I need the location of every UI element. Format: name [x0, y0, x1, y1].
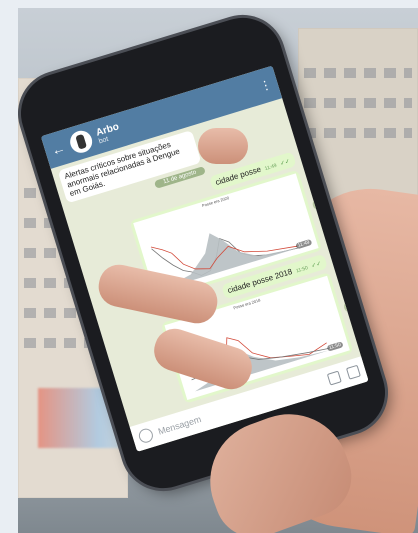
check-icon: ✓✓	[279, 158, 291, 167]
finger-tip	[198, 128, 248, 164]
avatar[interactable]	[67, 128, 95, 156]
message-time: 11:49	[263, 162, 278, 172]
back-arrow-icon[interactable]: ←	[49, 139, 67, 158]
share-icon[interactable]	[342, 299, 358, 314]
message-time: 11:50	[295, 264, 309, 274]
attach-icon[interactable]	[326, 370, 342, 386]
photo-background: ← Arbo bot ⋮ Alertas críticos sobre situ…	[18, 8, 418, 533]
check-icon: ✓✓	[310, 260, 323, 270]
share-icon[interactable]	[311, 196, 327, 212]
camera-icon[interactable]	[345, 364, 361, 380]
emoji-icon[interactable]	[137, 426, 155, 445]
menu-dots-icon[interactable]: ⋮	[258, 77, 274, 94]
